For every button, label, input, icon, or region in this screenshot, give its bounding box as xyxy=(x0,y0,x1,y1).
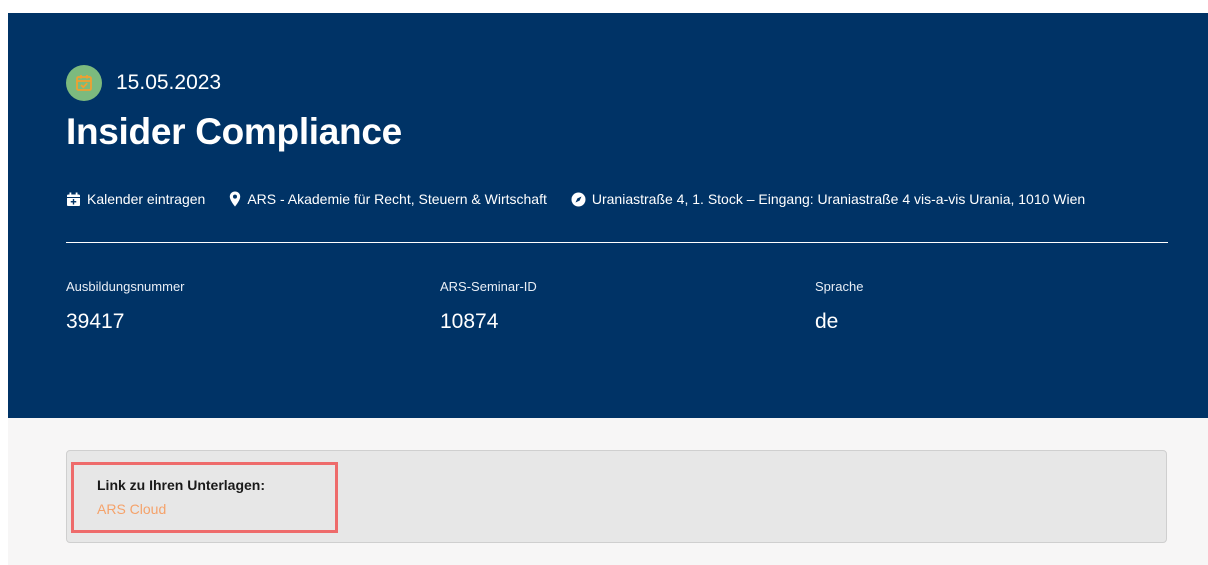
info-value: 10874 xyxy=(440,310,499,333)
calendar-check-icon xyxy=(66,65,102,101)
event-meta: Kalender eintragen ARS - Akademie für Re… xyxy=(66,191,1085,207)
info-label: ARS-Seminar-ID xyxy=(440,279,537,294)
address-label: Uraniastraße 4, 1. Stock – Eingang: Uran… xyxy=(591,191,1086,207)
event-address: Uraniastraße 4, 1. Stock – Eingang: Uran… xyxy=(571,191,1085,207)
ars-cloud-link[interactable]: ARS Cloud xyxy=(97,501,166,517)
event-date: 15.05.2023 xyxy=(116,71,222,94)
event-date-row: 15.05.2023 xyxy=(66,65,221,101)
info-language: Sprache de xyxy=(815,279,863,334)
map-pin-icon xyxy=(230,191,241,207)
info-training-number: Ausbildungsnummer 39417 xyxy=(66,279,185,334)
info-seminar-id: ARS-Seminar-ID 10874 xyxy=(440,279,537,334)
page-title: Insider Compliance xyxy=(66,111,402,152)
event-header: 15.05.2023 Insider Compliance Kalender e… xyxy=(8,13,1208,418)
organizer-label: ARS - Akademie für Recht, Steuern & Wirt… xyxy=(247,191,547,207)
divider xyxy=(66,242,1168,243)
documents-box: Link zu Ihren Unterlagen: ARS Cloud xyxy=(66,450,1167,543)
info-label: Sprache xyxy=(815,279,864,294)
calendar-plus-icon xyxy=(67,192,80,206)
event-organizer: ARS - Akademie für Recht, Steuern & Wirt… xyxy=(229,191,547,207)
documents-label: Link zu Ihren Unterlagen: xyxy=(97,477,266,493)
add-to-calendar-label: Kalender eintragen xyxy=(87,191,206,207)
add-to-calendar-link[interactable]: Kalender eintragen xyxy=(66,191,205,207)
info-value: 39417 xyxy=(66,310,125,333)
info-value: de xyxy=(815,310,839,333)
highlight-frame xyxy=(71,462,338,533)
compass-icon xyxy=(571,192,586,206)
info-label: Ausbildungsnummer xyxy=(66,279,185,294)
documents-section: Link zu Ihren Unterlagen: ARS Cloud xyxy=(8,418,1208,565)
